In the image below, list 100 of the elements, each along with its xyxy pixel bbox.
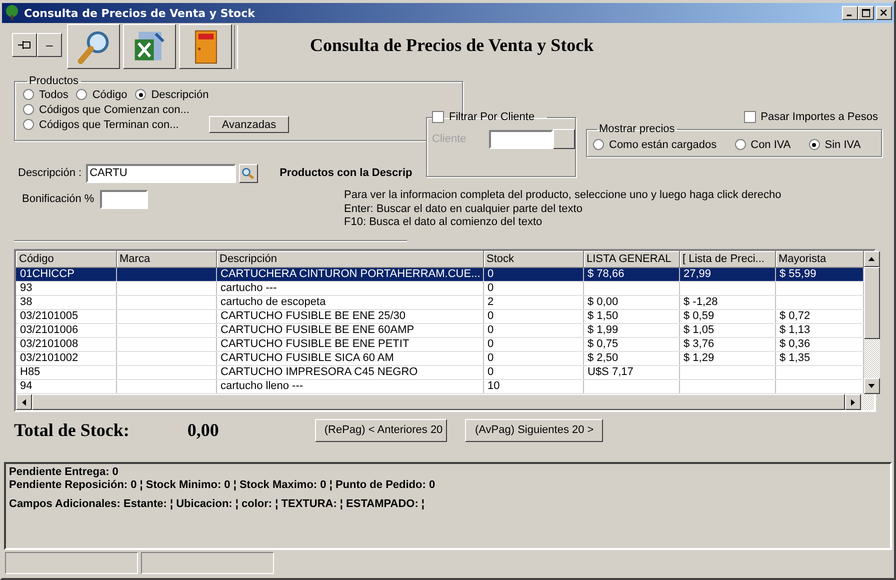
advanced-button[interactable]: Avanzadas [209, 116, 289, 133]
window-title: Consulta de Precios de Venta y Stock [24, 6, 255, 20]
table-cell: H85 [16, 366, 116, 380]
radio-option[interactable]: Código [76, 88, 128, 100]
radio-option[interactable]: Con IVA [734, 138, 791, 150]
total-stock-label: Total de Stock: [14, 420, 130, 440]
table-cell: $ 0,36 [775, 338, 863, 352]
table-cell: $ 0,00 [583, 296, 679, 310]
description-field[interactable]: CARTU [86, 164, 236, 182]
table-cell: 03/2101008 [16, 338, 116, 352]
scrollbar-corner [861, 394, 874, 410]
table-cell: $ 55,99 [775, 268, 863, 282]
paging-button[interactable]: (AvPag) Siguientes 20 > [465, 418, 604, 442]
minimize-button[interactable] [842, 6, 858, 20]
table-cell: 0 [483, 352, 583, 366]
checkbox-option[interactable]: Filtrar Por Cliente [432, 111, 535, 123]
scroll-thumb[interactable] [864, 267, 880, 339]
scroll-thumb[interactable] [32, 394, 845, 410]
info-text: Pendiente Reposición: 0 ¦ Stock Minimo: 0 ¦ Stock Maximo: 0 ¦ Punto de Pedido: 0 [9, 479, 436, 492]
radio-option[interactable]: Como están cargados [593, 138, 717, 150]
group-label: Productos [28, 75, 80, 87]
table-cell: CARTUCHO FUSIBLE SICA 60 AM [216, 352, 483, 366]
exit-button[interactable] [179, 24, 232, 69]
info-text: Pendiente Entrega: 0 [9, 466, 120, 479]
column-header[interactable]: Mayorista [775, 251, 863, 268]
table-cell: $ 0,59 [679, 310, 775, 324]
right-arrow-icon [851, 398, 855, 406]
group-label: Mostrar precios [598, 123, 676, 135]
column-header[interactable]: Código [16, 251, 116, 268]
radio-option[interactable]: Sin IVA [808, 138, 861, 150]
table-cell: $ 1,35 [775, 352, 863, 366]
close-button[interactable] [876, 6, 892, 20]
help-text: Enter: Buscar el dato en cualquier parte del texto [344, 202, 584, 216]
help-text: Para ver la informacion completa del producto, seleccione uno y luego haga click derecho [344, 189, 782, 202]
table-cell: 27,99 [679, 268, 775, 282]
radio-option[interactable]: Descripción [135, 88, 209, 100]
radio-option[interactable]: Códigos que Comienzan con... [23, 104, 190, 116]
maximize-icon [862, 8, 870, 18]
info-text: Campos Adicionales: Estante: ¦ Ubicacion: ¦ color: ¦ TEXTURA: ¦ ESTAMPADO: ¦ [9, 498, 426, 511]
pin-button[interactable] [12, 33, 37, 57]
table-cell: CARTUCHO IMPRESORA C45 NEGRO [216, 366, 483, 380]
excel-export-button[interactable] [123, 24, 176, 69]
discount-field[interactable] [100, 190, 148, 208]
left-arrow-icon [22, 398, 26, 406]
table-cell: 0 [483, 366, 583, 380]
table-cell: $ 3,76 [679, 338, 775, 352]
radio-option[interactable]: Todos [23, 88, 68, 100]
column-header[interactable]: Stock [483, 251, 583, 268]
table-cell: cartucho de escopeta [216, 296, 483, 310]
total-stock-value: 0,00 [187, 420, 220, 440]
form-heading: Consulta de Precios de Venta y Stock [310, 35, 594, 56]
column-header[interactable]: [ Lista de Preci... [679, 251, 775, 268]
table-cell: $ 1,13 [775, 324, 863, 338]
close-icon [880, 9, 888, 17]
client-lookup-button[interactable] [553, 129, 575, 149]
column-header[interactable]: Marca [116, 251, 216, 268]
scroll-left-button[interactable] [16, 394, 32, 410]
table-cell: $ 1,99 [583, 324, 679, 338]
table-cell: 0 [483, 324, 583, 338]
search-button[interactable] [238, 164, 258, 182]
table-cell: 01CHICCP [16, 268, 116, 282]
table-cell: $ 1,50 [583, 310, 679, 324]
search-icon [241, 166, 256, 180]
paging-button[interactable]: (RePag) < Anteriores 20 [315, 418, 448, 442]
description-label: Descripción : [18, 167, 82, 179]
column-header[interactable]: Descripción [216, 251, 483, 268]
table-cell: 03/2101006 [16, 324, 116, 338]
table-cell: 2 [483, 296, 583, 310]
tree-icon [4, 5, 20, 21]
table-cell: 0 [483, 310, 583, 324]
down-arrow-icon [868, 384, 875, 388]
table-cell: $ 0,72 [775, 310, 863, 324]
pin-icon [16, 39, 32, 51]
table-cell: CARTUCHERA CINTURON PORTAHERRAM.CUE... [216, 268, 483, 282]
scroll-down-button[interactable] [864, 378, 880, 394]
results-caption: Productos con la Descrip [280, 167, 412, 179]
table-cell: 38 [16, 296, 116, 310]
table-cell: 93 [16, 282, 116, 296]
table-cell: 03/2101005 [16, 310, 116, 324]
scroll-right-button[interactable] [845, 394, 861, 410]
collapse-button[interactable]: – [37, 33, 62, 57]
checkbox-option[interactable]: Pasar Importes a Pesos [744, 111, 878, 123]
table-cell: 0 [483, 282, 583, 296]
scroll-up-button[interactable] [864, 251, 880, 267]
table-cell: $ 1,05 [679, 324, 775, 338]
table-cell: 0 [483, 338, 583, 352]
table-cell: 0 [483, 268, 583, 282]
maximize-button[interactable] [858, 6, 874, 20]
table-cell: CARTUCHO FUSIBLE BE ENE 60AMP [216, 324, 483, 338]
table-cell: $ 0,75 [583, 338, 679, 352]
radio-option[interactable]: Códigos que Terminan con... [23, 118, 201, 130]
discount-label: Bonificación % [22, 193, 94, 205]
search-button[interactable] [67, 24, 120, 69]
table-cell: $ 2,50 [583, 352, 679, 366]
table-cell: CARTUCHO FUSIBLE BE ENE PETIT [216, 338, 483, 352]
table-cell: cartucho --- [216, 282, 483, 296]
table-cell: CARTUCHO FUSIBLE BE ENE 25/30 [216, 310, 483, 324]
table-cell: U$S 7,17 [583, 366, 679, 380]
table-cell: $ 78,66 [583, 268, 679, 282]
column-header[interactable]: LISTA GENERAL [583, 251, 679, 268]
